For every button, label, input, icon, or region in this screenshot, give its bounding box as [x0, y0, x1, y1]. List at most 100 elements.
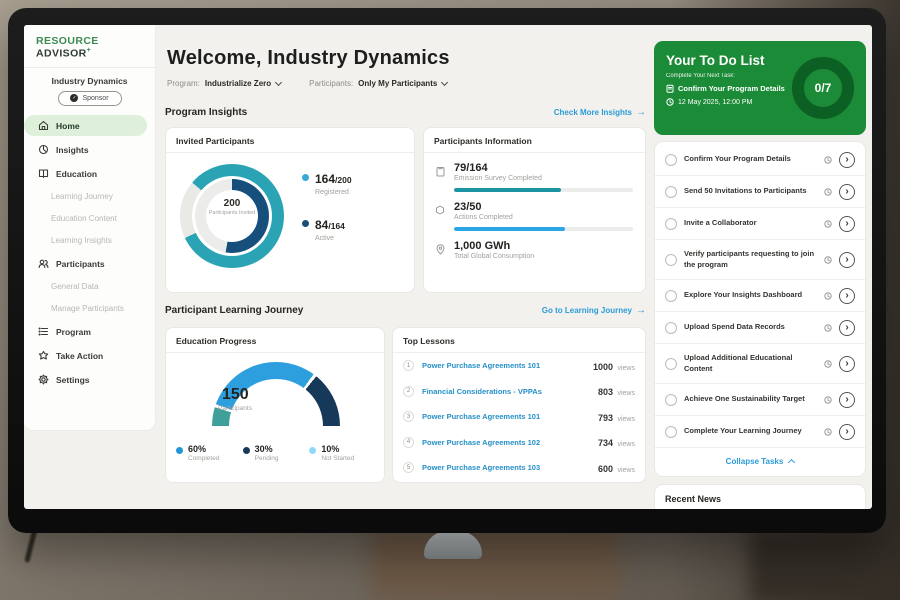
sidebar-nav: Home Insights Education Learning Journey [24, 114, 155, 392]
collapse-label: Collapse Tasks [726, 457, 784, 466]
lesson-link[interactable]: Power Purchase Agreements 101 [422, 412, 590, 421]
sidebar-item-program[interactable]: Program [24, 321, 155, 342]
sidebar-item-take-action[interactable]: Take Action [24, 345, 155, 366]
lesson-link[interactable]: Power Purchase Agreements 103 [422, 463, 590, 472]
sidebar-item-manage-participants[interactable]: Manage Participants [24, 299, 155, 318]
lesson-views: 1000 [593, 362, 613, 372]
views-word: views [617, 365, 635, 372]
scene-background: RESOURCE ADVISOR+ Industry Dynamics ✓ Sp… [0, 0, 900, 600]
lesson-row: 2 Financial Considerations - VPPAs 803 v… [393, 379, 645, 405]
todo-tasks-card: Confirm Your Program Details › Send 50 I… [654, 141, 866, 477]
metric-value: 79/164 [454, 162, 542, 174]
clock-icon [824, 396, 832, 404]
check-more-insights-link[interactable]: Check More Insights → [554, 107, 646, 118]
metric-emission-survey: 79/164 Emission Survey Completed [424, 153, 645, 182]
settings-icon [38, 374, 49, 385]
logo-secondary: ADVISOR [36, 48, 87, 60]
participants-icon [38, 258, 49, 269]
task-label: Explore Your Insights Dashboard [684, 290, 817, 300]
card-title: Top Lessons [393, 328, 645, 353]
task-checkbox[interactable] [665, 322, 677, 334]
gauge-center: 150 Participants [200, 386, 352, 412]
collapse-tasks-link[interactable]: Collapse Tasks [655, 448, 865, 474]
lesson-row: 4 Power Purchase Agreements 102 734 view… [393, 430, 645, 456]
views-word: views [617, 441, 635, 448]
page-title: Welcome, Industry Dynamics [167, 47, 450, 70]
arrow-right-icon: → [636, 107, 646, 118]
filters-bar: Program: Industrialize Zero Participants… [167, 79, 447, 88]
program-select-label: Program: [167, 79, 200, 88]
task-checkbox[interactable] [665, 186, 677, 198]
donut-legend: 164/200 Registered 84/164 Active [302, 170, 352, 242]
task-checkbox[interactable] [665, 290, 677, 302]
go-to-learning-journey-link[interactable]: Go to Learning Journey → [542, 305, 646, 316]
sidebar-item-label: General Data [51, 282, 99, 291]
sidebar-item-general-data[interactable]: General Data [24, 277, 155, 296]
sidebar-item-label: Settings [56, 375, 90, 385]
task-open-button[interactable]: › [839, 320, 855, 336]
task-checkbox[interactable] [665, 218, 677, 230]
task-checkbox[interactable] [665, 154, 677, 166]
take-action-icon [38, 350, 49, 361]
sidebar-item-insights[interactable]: Insights [24, 139, 155, 160]
lesson-link[interactable]: Power Purchase Agreements 101 [422, 361, 585, 370]
lesson-link[interactable]: Financial Considerations - VPPAs [422, 387, 590, 396]
sidebar-item-label: Insights [56, 145, 89, 155]
lesson-row: 1 Power Purchase Agreements 101 1000 vie… [393, 353, 645, 379]
legend-label: Not Started [321, 455, 354, 462]
arrow-right-icon: → [636, 305, 646, 316]
participants-select[interactable]: Participants: Only My Participants [309, 79, 447, 88]
recent-news-title: Recent News [665, 494, 855, 509]
clock-icon [824, 256, 832, 264]
task-label: Send 50 Invitations to Participants [684, 186, 817, 196]
task-open-button[interactable]: › [839, 288, 855, 304]
recent-news-card: Recent News [654, 484, 866, 509]
task-checkbox[interactable] [665, 254, 677, 266]
participants-information-card: Participants Information 79/164 Emission… [423, 127, 646, 293]
task-open-button[interactable]: › [839, 252, 855, 268]
clock-icon [824, 220, 832, 228]
legend-item-pending: 30% Pending [243, 444, 310, 462]
gauge-legend: 60% Completed 30% Pending [176, 444, 376, 462]
task-open-button[interactable]: › [839, 356, 855, 372]
sidebar-item-learning-journey[interactable]: Learning Journey [24, 187, 155, 206]
lesson-rank: 1 [403, 360, 414, 371]
legend-item-registered: 164/200 Registered [302, 170, 352, 196]
card-title: Education Progress [166, 328, 384, 353]
sidebar-item-label: Manage Participants [51, 304, 124, 313]
task-open-button[interactable]: › [839, 424, 855, 440]
top-lessons-card: Top Lessons 1 Power Purchase Agreements … [392, 327, 646, 483]
program-select-value: Industrialize Zero [205, 79, 271, 88]
program-select[interactable]: Program: Industrialize Zero [167, 79, 281, 88]
task-label: Upload Spend Data Records [684, 322, 817, 332]
sidebar-item-education-content[interactable]: Education Content [24, 209, 155, 228]
sidebar-item-education[interactable]: Education [24, 163, 155, 184]
lesson-rank: 5 [403, 462, 414, 473]
task-open-button[interactable]: › [839, 216, 855, 232]
task-label: Verify participants requesting to join t… [684, 249, 817, 269]
education-icon [38, 168, 49, 179]
legend-dot [243, 447, 250, 454]
task-checkbox[interactable] [665, 358, 677, 370]
sidebar-item-settings[interactable]: Settings [24, 369, 155, 390]
metric-label: Emission Survey Completed [454, 175, 542, 182]
task-icon [666, 84, 674, 93]
sidebar-item-participants[interactable]: Participants [24, 253, 155, 274]
chevron-down-icon [441, 78, 448, 85]
invited-participants-donut-chart: 200 Participants Invited [180, 164, 284, 268]
task-open-button[interactable]: › [839, 392, 855, 408]
metric-label: Total Global Consumption [454, 253, 534, 260]
logo-plus: + [87, 47, 92, 54]
location-pin-icon [434, 240, 446, 260]
sidebar-item-learning-insights[interactable]: Learning Insights [24, 231, 155, 250]
lesson-row: 5 Power Purchase Agreements 103 600 view… [393, 455, 645, 481]
sidebar-item-label: Program [56, 327, 91, 337]
task-checkbox[interactable] [665, 426, 677, 438]
legend-label: Pending [255, 455, 279, 462]
task-open-button[interactable]: › [839, 152, 855, 168]
program-icon [38, 326, 49, 337]
sidebar-item-home[interactable]: Home [24, 115, 147, 136]
lesson-link[interactable]: Power Purchase Agreements 102 [422, 438, 590, 447]
task-open-button[interactable]: › [839, 184, 855, 200]
task-checkbox[interactable] [665, 394, 677, 406]
